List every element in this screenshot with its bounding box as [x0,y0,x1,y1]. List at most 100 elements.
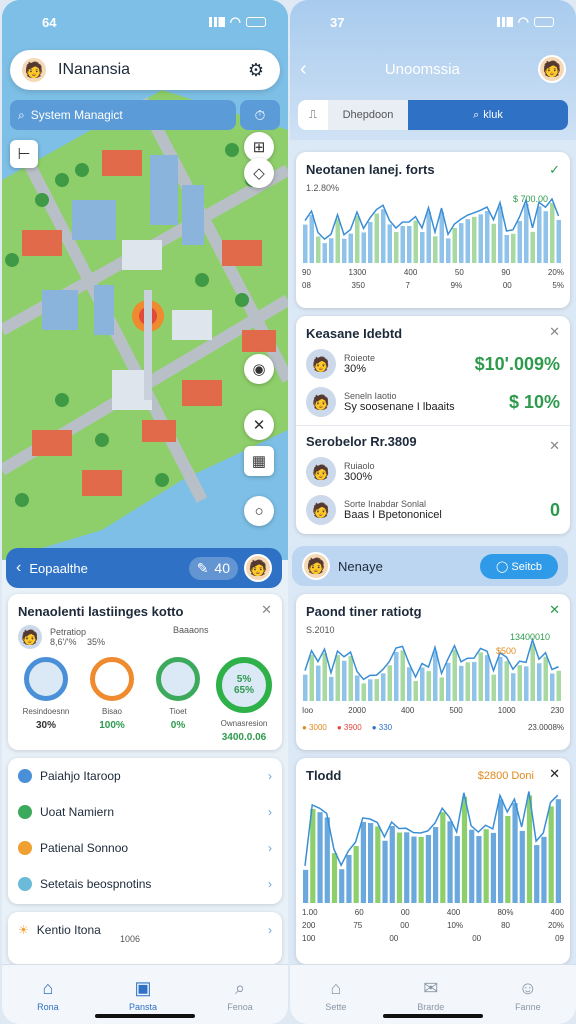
segment-right[interactable]: ⌕ kluk [408,100,568,130]
list-item[interactable]: 🧑 Seneln Iaotio Sy soosenane I lbaaits $ 10… [306,387,560,417]
list-top: Seneln Iaotio [344,391,397,401]
grid-button[interactable]: ▦ [244,446,274,476]
menu-item[interactable]: Paiahjo Itaroop › [8,758,282,794]
close-icon[interactable]: ✕ [549,766,560,782]
close-icon[interactable]: ✕ [261,602,272,618]
tick-label: 400 [403,268,418,277]
chart-bar [459,223,464,263]
ring-circle: 5% 65% [216,657,272,713]
chart-bar [446,238,451,263]
segment-left[interactable]: Dhepdoon [328,100,408,130]
bottom-card[interactable]: ☀ Kentio Itona › 1006 [8,912,282,964]
chart-bar [465,662,470,701]
back-icon[interactable]: ‹ [16,559,21,577]
back-icon[interactable]: ‹ [300,58,307,81]
chart-bar [505,815,511,903]
tab-fenoa[interactable]: ⌕ Fenoa [227,978,253,1012]
chart-bar [355,675,360,701]
legend-item: ● 3900 [336,723,362,732]
chart-bar [400,650,405,701]
timer-button[interactable]: ⏱ [240,100,280,130]
chart-bar [309,654,314,701]
tab-label: Fenoa [227,1001,253,1012]
chart-bar [485,655,490,701]
chart-bar [550,202,555,263]
chart-bar [555,799,561,903]
close-icon[interactable]: ✕ [549,324,560,340]
tick-label: 230 [550,706,564,715]
right-screen: 37 ◠ ‹ Unoomssia 🧑 ⎍ Dhepdoon ⌕ kluk Neo… [290,0,576,1024]
tab-label: Sette [325,1001,347,1012]
chart-bar [368,679,373,701]
battery-icon [534,17,554,27]
avatar[interactable]: 🧑 [20,56,48,84]
search-row: ⌕ System Managict ⏱ [10,100,280,130]
menu-item[interactable]: Uoat Namiern › [8,794,282,830]
info-button[interactable]: ⊢ [10,140,38,168]
chart-bar [452,228,457,263]
tab-rona[interactable]: ⌂ Rona [37,978,59,1012]
top-app-bar: 🧑 INanansia ⚙ [10,50,280,90]
status-icons: ◠ [496,14,554,30]
tick-label: Ioo [302,706,314,715]
panel-pill[interactable]: ✎ 40 [188,556,238,580]
list-card: Keasane Idebtd ✕ 🧑 Roieote 30% $10'.009% 🧑 Se… [296,316,570,534]
chart-bar [550,673,555,701]
tick-label: 500 [449,706,463,715]
list-item[interactable]: 🧑 Roieote 30% $10'.009% [306,349,560,379]
menu-label: Paiahjo Itaroop [40,769,121,783]
chart-bar [483,829,489,903]
chart-bar [524,204,529,263]
menu-item[interactable]: Patienal Sonnoo › [8,830,282,866]
location-button[interactable]: ◉ [244,354,274,384]
tab-pansta[interactable]: ▣ Pansta [129,978,157,1012]
tick-label: 80 [501,921,510,930]
panel-avatar[interactable]: 🧑 [302,552,330,580]
chart-bar [534,845,540,903]
circle-icon: ◯ [496,560,509,573]
chart-bar [335,655,340,701]
switch-button[interactable]: ◯ Seitcb [480,553,558,579]
tick-label: 100 [302,934,316,943]
list-item[interactable]: 🧑 Sorte Inabdar Sonlal Baas I Bpetononicel… [306,495,560,525]
check-icon[interactable]: ✓ [549,162,560,178]
compass-button[interactable]: ◇ [244,158,274,188]
record-button[interactable]: ○ [244,496,274,526]
list-avatar: 🧑 [306,349,336,379]
ring-stat: Bisao 100% [82,657,142,743]
ring-circle [90,657,134,701]
chart-bar [511,233,516,263]
chart-bar [407,225,412,263]
avatar[interactable]: 🧑 [538,55,566,83]
tab-sette[interactable]: ⌂ Sette [325,978,346,1012]
panel-avatar[interactable]: 🧑 [244,554,272,582]
chart-bar [433,236,438,263]
close-map-button[interactable]: ✕ [244,410,274,440]
chart-bar [498,206,503,263]
chart-bar [537,663,542,701]
list-top: Sorte Inabdar Sonlal [344,499,427,509]
chart-bar [478,214,483,263]
tick-label: 400 [446,908,461,917]
chart-bar [498,799,504,903]
tab-fanne[interactable]: ☺ Fanne [515,978,541,1012]
ring-label: Tioet [169,707,187,716]
menu-item[interactable]: Setetais beospnotins › [8,866,282,902]
search-input[interactable]: ⌕ System Managict [10,100,236,130]
tick-label: 1.00 [302,908,318,917]
tick-label: 400 [400,706,415,715]
tab-label: Pansta [128,1001,157,1012]
list-avatar: 🧑 [306,387,336,417]
close-icon[interactable]: ✕ [549,602,560,618]
close-icon[interactable]: ✕ [549,438,560,454]
list-text: Ruiaolo 300% [344,461,375,483]
chart-bar [459,665,464,701]
list-item[interactable]: 🧑 Ruiaolo 300% [306,457,560,487]
chart-bar [396,832,403,903]
chart-bar [439,677,444,701]
chart-bar [472,662,477,701]
tab-brarde[interactable]: ✉ Brarde [417,978,444,1012]
settings-icon[interactable]: ⚙ [242,56,270,84]
store-icon: ▣ [134,977,152,998]
segment-icon[interactable]: ⎍ [298,100,328,130]
